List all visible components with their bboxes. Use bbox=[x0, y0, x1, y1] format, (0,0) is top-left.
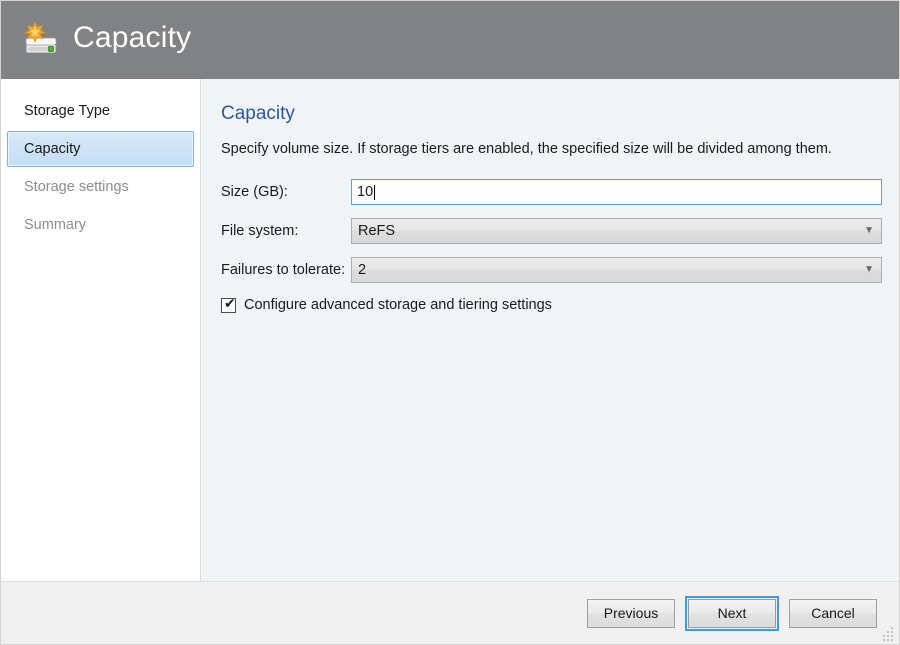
cancel-button[interactable]: Cancel bbox=[789, 599, 877, 628]
next-button-label: Next bbox=[718, 605, 747, 621]
failures-to-tolerate-label: Failures to tolerate: bbox=[219, 262, 351, 278]
failures-to-tolerate-select[interactable]: 2 ▼ bbox=[351, 257, 882, 283]
failures-to-tolerate-field-row: Failures to tolerate: 2 ▼ bbox=[219, 257, 882, 283]
capacity-wizard-window: Capacity Storage Type Capacity Storage s… bbox=[0, 0, 900, 645]
sidebar-item-label: Capacity bbox=[24, 141, 80, 157]
check-icon: ✔ bbox=[224, 297, 236, 312]
window-title: Capacity bbox=[73, 23, 191, 57]
text-caret bbox=[374, 185, 375, 200]
advanced-settings-checkbox-row[interactable]: ✔ Configure advanced storage and tiering… bbox=[219, 297, 882, 313]
chevron-down-icon: ▼ bbox=[864, 265, 874, 275]
sidebar-item-label: Storage settings bbox=[24, 179, 129, 195]
page-title: Capacity bbox=[221, 103, 882, 125]
main-content-panel: Capacity Specify volume size. If storage… bbox=[201, 79, 899, 581]
wizard-nav-sidebar: Storage Type Capacity Storage settings S… bbox=[1, 79, 201, 581]
file-system-select[interactable]: ReFS ▼ bbox=[351, 218, 882, 244]
failures-to-tolerate-value: 2 bbox=[358, 262, 366, 278]
window-body: Storage Type Capacity Storage settings S… bbox=[1, 79, 899, 581]
advanced-settings-checkbox-label: Configure advanced storage and tiering s… bbox=[244, 297, 552, 313]
resize-grip-icon[interactable] bbox=[881, 627, 895, 641]
next-button[interactable]: Next bbox=[688, 599, 776, 628]
advanced-settings-checkbox[interactable]: ✔ bbox=[221, 298, 236, 313]
size-label: Size (GB): bbox=[219, 184, 351, 200]
chevron-down-icon: ▼ bbox=[864, 226, 874, 236]
page-description: Specify volume size. If storage tiers ar… bbox=[221, 141, 882, 157]
file-system-value: ReFS bbox=[358, 223, 395, 239]
previous-button-label: Previous bbox=[604, 605, 658, 621]
dialog-footer: Previous Next Cancel bbox=[1, 581, 899, 644]
previous-button[interactable]: Previous bbox=[587, 599, 675, 628]
window-titlebar: Capacity bbox=[1, 1, 899, 79]
file-system-field-row: File system: ReFS ▼ bbox=[219, 218, 882, 244]
size-field-row: Size (GB): 10 bbox=[219, 179, 882, 205]
size-input[interactable]: 10 bbox=[351, 179, 882, 205]
sidebar-item-summary[interactable]: Summary bbox=[7, 207, 194, 243]
drive-new-icon bbox=[19, 18, 63, 62]
sidebar-item-label: Storage Type bbox=[24, 103, 110, 119]
sidebar-item-storage-type[interactable]: Storage Type bbox=[7, 93, 194, 129]
sidebar-item-label: Summary bbox=[24, 217, 86, 233]
size-input-value: 10 bbox=[357, 184, 373, 200]
sidebar-item-storage-settings[interactable]: Storage settings bbox=[7, 169, 194, 205]
file-system-label: File system: bbox=[219, 223, 351, 239]
sidebar-item-capacity[interactable]: Capacity bbox=[7, 131, 194, 167]
cancel-button-label: Cancel bbox=[811, 605, 855, 621]
